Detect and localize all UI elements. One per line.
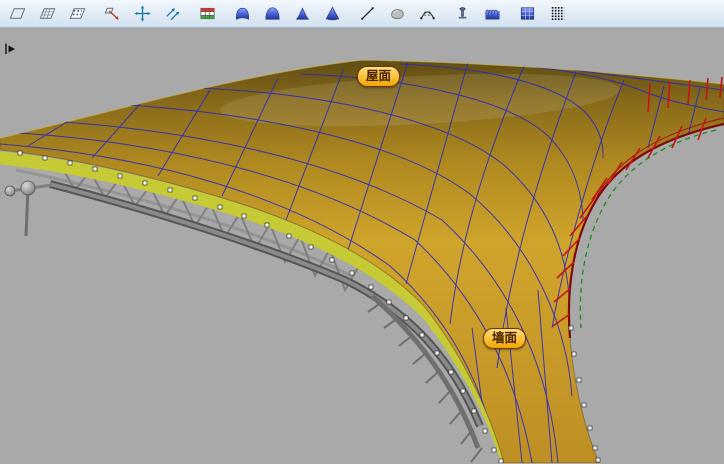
point-matrix-icon[interactable] xyxy=(546,3,568,25)
dome-surface-icon[interactable] xyxy=(261,3,283,25)
draw-line-icon[interactable] xyxy=(356,3,378,25)
surface-plane-icon[interactable] xyxy=(6,3,28,25)
conic-surface-icon[interactable] xyxy=(291,3,313,25)
cone-surface-icon[interactable] xyxy=(321,3,343,25)
toolbar-collapse-arrow[interactable] xyxy=(4,42,18,56)
truss-node-ball xyxy=(21,181,35,195)
membrane-drape-icon[interactable] xyxy=(481,3,503,25)
anchor-pin-icon[interactable] xyxy=(451,3,473,25)
annotation-wall-label: 墙面 xyxy=(492,331,517,345)
model-scene xyxy=(0,28,724,463)
edit-points-icon[interactable] xyxy=(101,3,123,25)
annotation-wall[interactable]: 墙面 xyxy=(483,328,526,349)
surface-points-icon[interactable] xyxy=(66,3,88,25)
patch-surface-icon[interactable] xyxy=(231,3,253,25)
mesh-surface-icon[interactable] xyxy=(36,3,58,25)
annotation-roof[interactable]: 屋面 xyxy=(357,66,400,87)
truss-node-ball xyxy=(5,186,15,196)
move-points-icon[interactable] xyxy=(131,3,153,25)
freeform-solid-icon[interactable] xyxy=(386,3,408,25)
main-toolbar: 1 2 xyxy=(0,0,724,28)
annotation-roof-label: 屋面 xyxy=(366,69,391,83)
mesh-colors-icon[interactable] xyxy=(196,3,218,25)
grid-patch-icon[interactable] xyxy=(516,3,538,25)
svg-text:1 2: 1 2 xyxy=(423,11,430,17)
3d-viewport[interactable]: 屋面 墙面 xyxy=(0,28,724,463)
project-points-icon[interactable] xyxy=(161,3,183,25)
arc-two-points-icon[interactable]: 1 2 xyxy=(416,3,438,25)
